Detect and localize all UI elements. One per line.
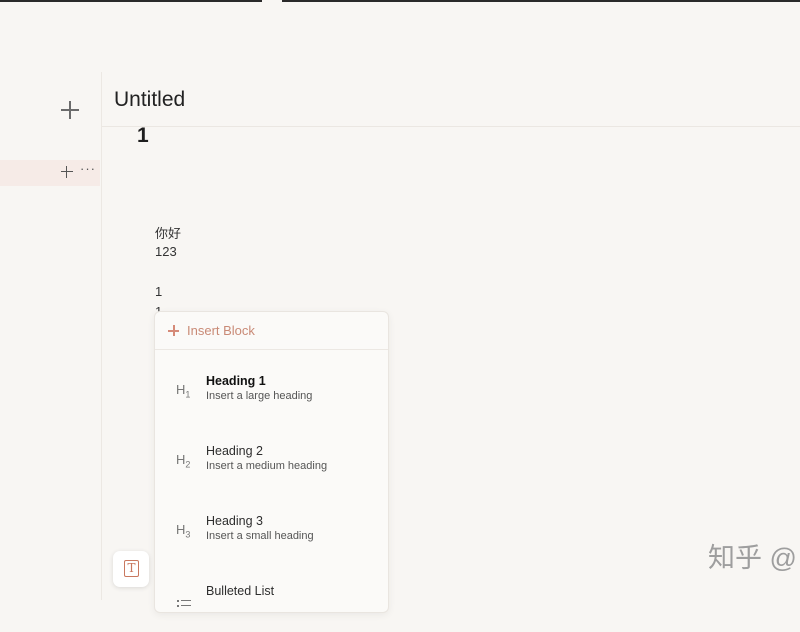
text-block[interactable]: 1	[155, 284, 162, 299]
menu-item-label: Heading 2	[206, 444, 263, 458]
heading-block[interactable]: 1	[137, 124, 149, 148]
text-format-button[interactable]: T	[113, 551, 149, 587]
top-edge-gap	[262, 0, 282, 2]
heading-3-icon: H3	[176, 522, 191, 540]
watermark: 知乎 @	[708, 543, 797, 573]
menu-item-description: Insert a large heading	[206, 390, 313, 402]
insert-block-title: Insert Block	[187, 323, 255, 338]
insert-block-header: Insert Block	[155, 312, 388, 350]
menu-item-bulleted-list[interactable]: Bulleted List	[155, 582, 388, 632]
menu-item-heading-2[interactable]: H2 Heading 2 Insert a medium heading	[155, 442, 388, 492]
menu-item-heading-3[interactable]: H3 Heading 3 Insert a small heading	[155, 512, 388, 562]
sidebar: ···	[0, 72, 102, 600]
menu-item-heading-1[interactable]: H1 Heading 1 Insert a large heading	[155, 372, 388, 422]
page-title[interactable]: Untitled	[114, 88, 185, 112]
sidebar-item-selected[interactable]: ···	[0, 160, 100, 186]
header-divider	[102, 126, 800, 127]
text-block[interactable]: 123	[155, 244, 177, 259]
text-format-icon: T	[124, 560, 139, 577]
text-block[interactable]: 你好	[155, 223, 181, 242]
heading-1-icon: H1	[176, 382, 191, 400]
add-page-icon[interactable]	[56, 96, 84, 124]
menu-item-description: Insert a small heading	[206, 530, 314, 542]
insert-block-menu: Insert Block H1 Heading 1 Insert a large…	[154, 311, 389, 613]
menu-item-label: Heading 3	[206, 514, 263, 528]
menu-item-label: Bulleted List	[206, 584, 275, 598]
more-options-icon[interactable]: ···	[80, 161, 96, 176]
add-subpage-icon[interactable]	[60, 165, 74, 179]
menu-item-label: Heading 1	[206, 374, 266, 388]
menu-item-description: Insert a medium heading	[206, 460, 328, 472]
plus-icon	[168, 325, 179, 336]
heading-2-icon: H2	[176, 452, 191, 470]
top-edge-bar	[0, 0, 800, 2]
